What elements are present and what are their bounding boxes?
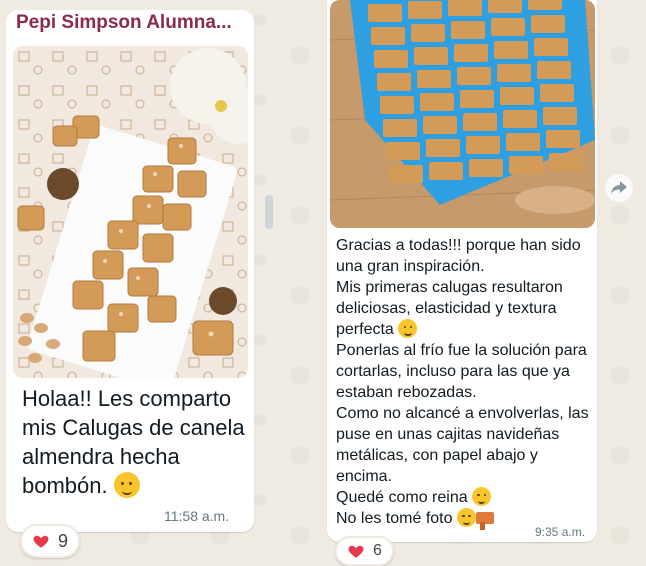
smiling-face-with-hearts-icon — [472, 487, 492, 506]
caramel-cell — [543, 107, 577, 125]
caramel-cell — [451, 21, 485, 39]
smiling-face-icon — [398, 319, 418, 338]
caramel-cell — [377, 73, 411, 91]
reaction-badge[interactable]: 6 — [335, 536, 394, 566]
caramel-cell — [509, 156, 543, 174]
caramel-cell — [368, 4, 402, 22]
reaction-count: 9 — [58, 530, 69, 551]
caramel-cell — [497, 64, 531, 82]
laughing-face-icon — [456, 508, 476, 527]
caramel-cell — [469, 159, 503, 177]
caramel-cell — [466, 136, 500, 154]
message-line: Ponerlas al frío fue la solución para co… — [336, 342, 587, 401]
message-line: Gracias a todas!!! porque han sido una g… — [336, 237, 581, 275]
forward-button[interactable] — [605, 174, 633, 202]
water-pistol-icon — [475, 512, 494, 530]
message-line: Quedé como reina — [336, 489, 468, 506]
caramel-cell — [429, 162, 463, 180]
caramel-cell — [528, 0, 562, 10]
scroll-handle[interactable] — [265, 195, 273, 229]
caramel-cell — [423, 116, 457, 134]
message-line: Como no alcancé a envolverlas, las puse … — [336, 405, 589, 485]
caramel-cell — [534, 38, 568, 56]
heart-icon — [32, 532, 50, 550]
caramel-cell — [463, 113, 497, 131]
caramel-cell — [389, 165, 423, 183]
message-time: 9:35 a.m. — [535, 525, 586, 539]
message-text-right[interactable]: Gracias a todas!!! porque han sido una g… — [336, 235, 592, 530]
forward-icon — [611, 181, 627, 194]
caramel-cell — [417, 70, 451, 88]
caramel-cell — [503, 110, 537, 128]
message-time: 11:58 a.m. — [164, 508, 230, 524]
message-line: Mis primeras calugas resultaron delicios… — [336, 279, 563, 338]
heart-icon — [347, 542, 365, 560]
caramel-cell — [380, 96, 414, 114]
mold-photo[interactable] — [330, 0, 595, 228]
message-text-left[interactable]: Holaa!! Les comparto mis Calugas de cane… — [22, 384, 248, 500]
smiling-face-icon — [113, 472, 140, 498]
reaction-count: 6 — [373, 542, 382, 559]
sender-name[interactable]: Pepi Simpson Alumna... — [16, 12, 232, 34]
caramel-cell — [460, 90, 494, 108]
caramel-cell — [540, 84, 574, 102]
caramel-photo[interactable] — [13, 46, 248, 378]
caramel-cell — [500, 87, 534, 105]
caramel-cell — [546, 130, 580, 148]
message-line: No les tomé foto — [336, 510, 453, 527]
caramel-cell — [386, 142, 420, 160]
caramel-cell — [549, 153, 583, 171]
caramel-cell — [426, 139, 460, 157]
reaction-badge[interactable]: 9 — [20, 524, 81, 558]
caramel-cell — [457, 67, 491, 85]
caramel-cell — [374, 50, 408, 68]
caramel-cell — [491, 18, 525, 36]
caramel-cell — [454, 44, 488, 62]
caramel-cell — [411, 24, 445, 42]
caramel-cell — [408, 1, 442, 19]
caramel-cell — [488, 0, 522, 13]
caramel-cell — [383, 119, 417, 137]
caramel-cell — [494, 41, 528, 59]
caramel-cell — [414, 47, 448, 65]
caramel-cell — [420, 93, 454, 111]
caramel-cell — [448, 0, 482, 16]
caramel-cell — [537, 61, 571, 79]
caramel-cell — [371, 27, 405, 45]
caramel-cell — [531, 15, 565, 33]
caramel-cell — [506, 133, 540, 151]
